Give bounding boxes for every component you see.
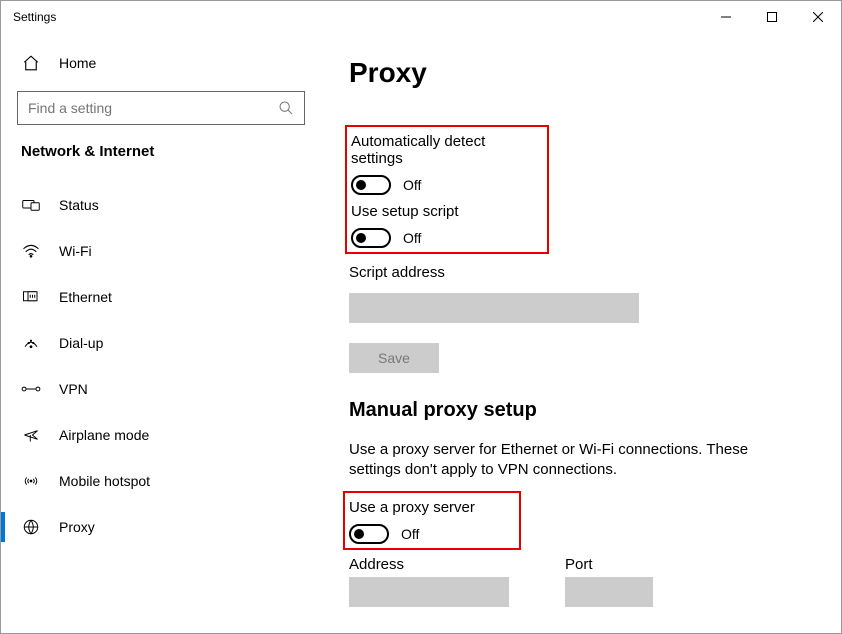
page-title: Proxy [349,57,801,89]
sidebar-item-dialup[interactable]: Dial-up [1,320,321,366]
sidebar-item-label: Ethernet [59,289,112,305]
proxy-icon [21,518,41,536]
port-label: Port [565,556,653,573]
setup-script-label: Use setup script [351,203,539,220]
sidebar-item-ethernet[interactable]: Ethernet [1,274,321,320]
auto-detect-toggle[interactable] [351,175,391,195]
content-area: Proxy Automatically detect settings Off … [321,33,841,633]
vpn-icon [21,383,41,395]
settings-window: Settings Home [0,0,842,634]
highlight-box-proxy: Use a proxy server Off [343,491,521,550]
maximize-icon [767,12,777,22]
sidebar-item-label: VPN [59,381,88,397]
home-link[interactable]: Home [1,41,321,85]
category-label: Network & Internet [1,143,321,182]
address-label: Address [349,556,509,573]
script-address-label: Script address [349,264,801,281]
setup-script-toggle[interactable] [351,228,391,248]
sidebar: Home Network & Internet Status Wi-F [1,33,321,633]
sidebar-item-label: Dial-up [59,335,103,351]
minimize-icon [721,12,731,22]
auto-detect-label: Automatically detect settings [351,133,539,167]
manual-setup-description: Use a proxy server for Ethernet or Wi-Fi… [349,440,801,481]
sidebar-item-status[interactable]: Status [1,182,321,228]
dialup-icon [21,336,41,350]
sidebar-item-hotspot[interactable]: Mobile hotspot [1,458,321,504]
script-address-input[interactable] [349,293,639,323]
titlebar: Settings [1,1,841,33]
hotspot-icon [21,473,41,489]
search-input[interactable] [18,92,304,124]
use-proxy-toggle[interactable] [349,524,389,544]
sidebar-item-label: Wi-Fi [59,243,92,259]
sidebar-item-label: Status [59,197,99,213]
setup-script-state: Off [403,230,421,246]
save-button[interactable]: Save [349,343,439,373]
home-icon [21,54,41,72]
sidebar-item-airplane[interactable]: Airplane mode [1,412,321,458]
window-controls [703,1,841,33]
sidebar-item-proxy[interactable]: Proxy [1,504,321,550]
sidebar-item-label: Airplane mode [59,427,149,443]
sidebar-item-label: Mobile hotspot [59,473,150,489]
status-icon [21,198,41,212]
airplane-icon [21,427,41,443]
sidebar-item-label: Proxy [59,519,95,535]
use-proxy-state: Off [401,526,419,542]
search-input-wrapper[interactable] [17,91,305,125]
sidebar-item-vpn[interactable]: VPN [1,366,321,412]
home-label: Home [59,55,96,71]
sidebar-item-wifi[interactable]: Wi-Fi [1,228,321,274]
close-button[interactable] [795,1,841,33]
highlight-box-auto: Automatically detect settings Off Use se… [345,125,549,254]
address-input[interactable] [349,577,509,607]
window-title: Settings [13,10,56,24]
port-input[interactable] [565,577,653,607]
ethernet-icon [21,290,41,304]
manual-setup-heading: Manual proxy setup [349,399,801,422]
auto-detect-state: Off [403,177,421,193]
maximize-button[interactable] [749,1,795,33]
wifi-icon [21,244,41,258]
minimize-button[interactable] [703,1,749,33]
close-icon [813,12,823,22]
use-proxy-label: Use a proxy server [349,499,511,516]
search-icon [278,100,294,116]
